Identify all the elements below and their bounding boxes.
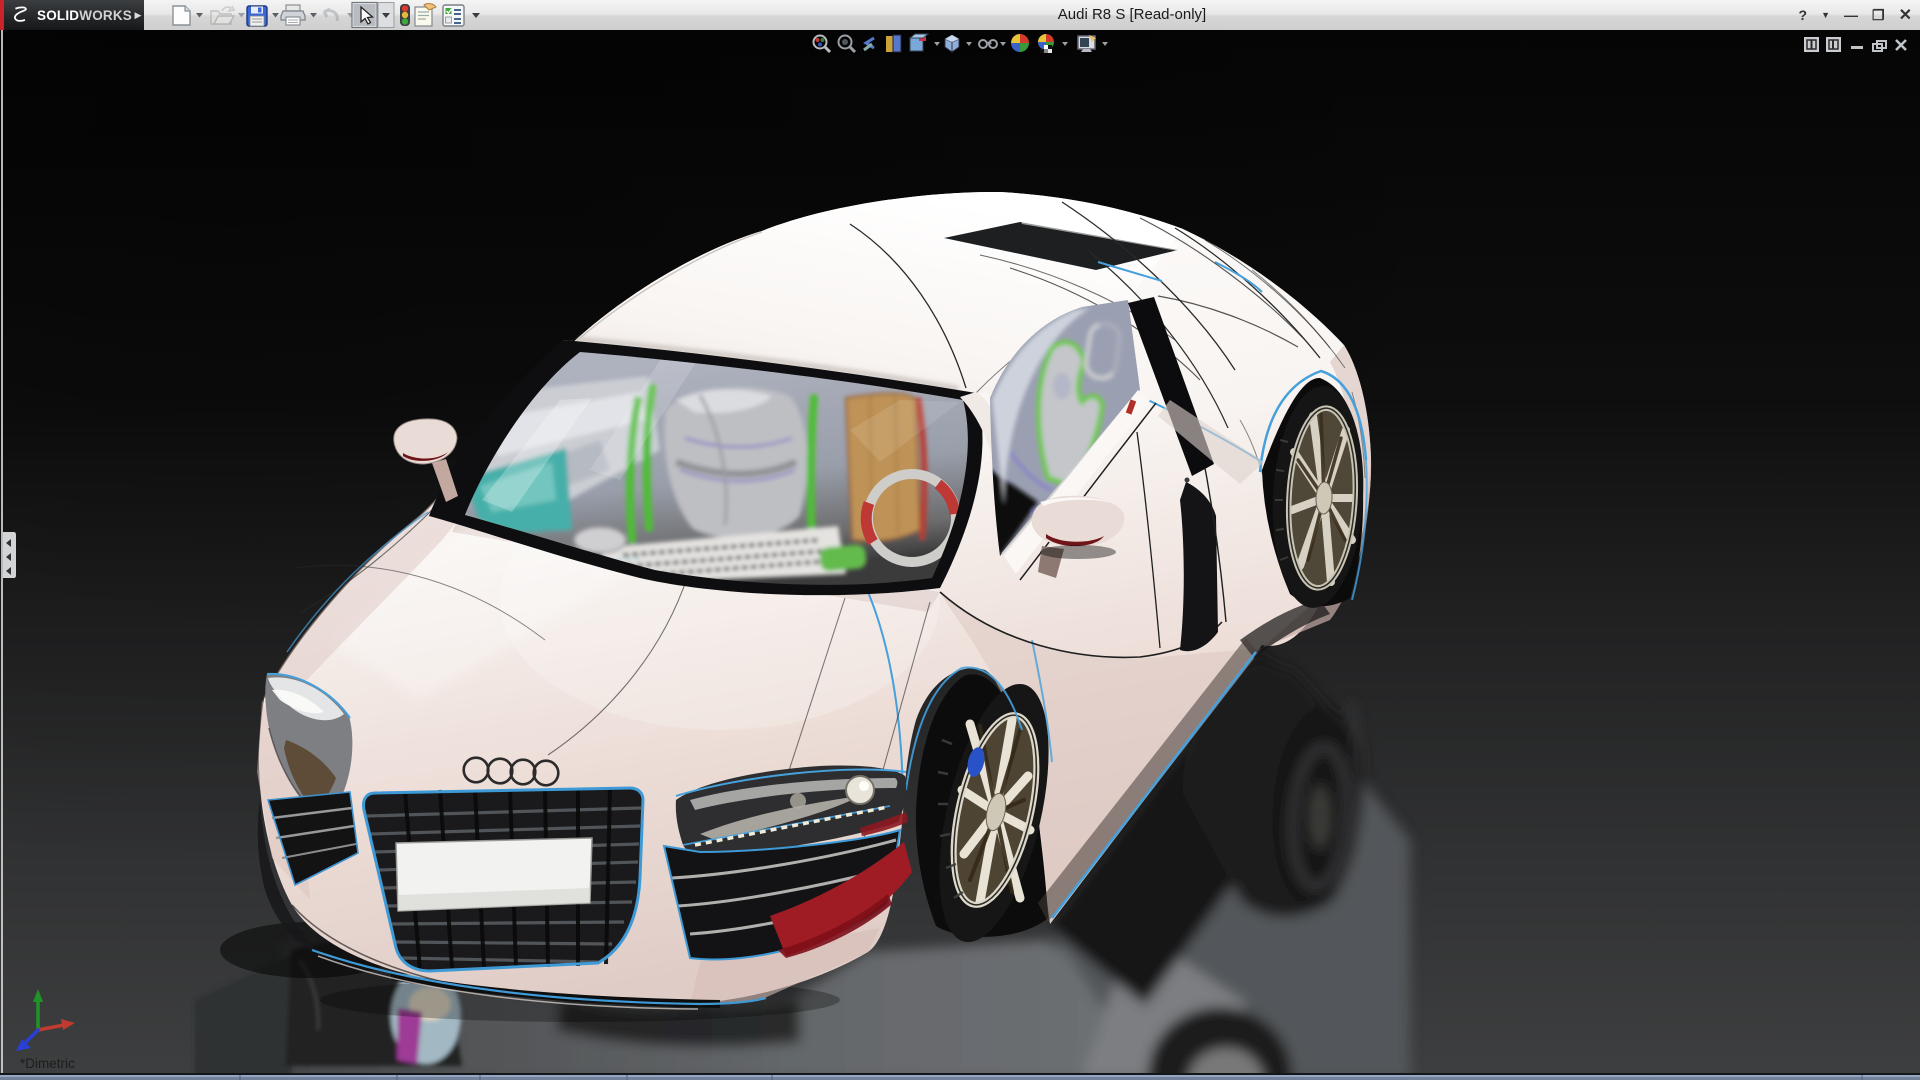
svg-text:*Dimetric: *Dimetric	[20, 1056, 75, 1071]
